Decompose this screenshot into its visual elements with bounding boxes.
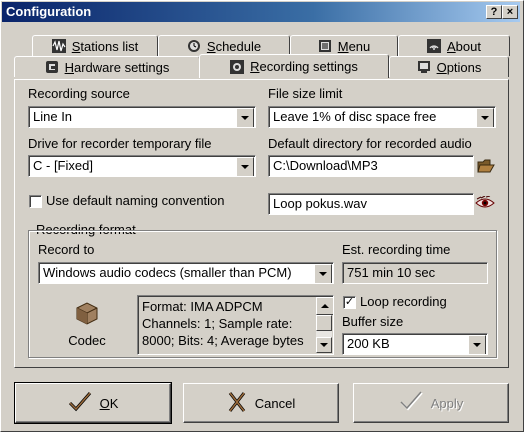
tab-about[interactable]: About (398, 35, 510, 56)
apply-button[interactable]: Apply (353, 383, 509, 423)
codec-info-line: 8000; Bits: 4; Average bytes (142, 333, 304, 348)
naming-label: Use default naming convention (46, 193, 225, 208)
chevron-down-icon[interactable] (236, 108, 254, 127)
chevron-down-icon[interactable] (476, 108, 494, 127)
cancel-button[interactable]: Cancel (183, 383, 339, 423)
eye-icon[interactable] (475, 195, 495, 213)
menu-icon (318, 39, 332, 53)
drive-select[interactable]: C - [Fixed] (28, 155, 256, 177)
close-button[interactable]: × (502, 5, 518, 19)
est-time-field: 751 min 10 sec (342, 262, 488, 284)
scroll-down-icon[interactable] (316, 337, 332, 353)
scroll-thumb[interactable] (316, 315, 332, 331)
record-icon (230, 59, 245, 74)
recording-source-select[interactable]: Line In (28, 106, 256, 128)
record-to-label: Record to (38, 242, 95, 257)
record-to-value: Windows audio codecs (smaller than PCM) (43, 265, 292, 280)
recording-source-value: Line In (33, 109, 73, 124)
tab-stations-list[interactable]: Stations list (32, 35, 158, 56)
loop-recording-checkbox[interactable]: ✓ (343, 296, 356, 309)
check-icon (68, 391, 92, 416)
codec-info-line: Channels: 1; Sample rate: (142, 316, 293, 331)
drive-label: Drive for recorder temporary file (28, 136, 212, 151)
codec-info-memo[interactable]: Format: IMA ADPCM Channels: 1; Sample ra… (137, 295, 334, 355)
waveform-icon (51, 39, 66, 53)
tab-recording-settings[interactable]: Recording settings (199, 54, 389, 78)
default-directory-value: C:\Download\MP3 (273, 158, 378, 173)
cancel-x-icon (227, 391, 247, 416)
clock-icon (187, 39, 201, 53)
codec-box-icon (74, 300, 100, 329)
file-size-limit-select[interactable]: Leave 1% of disc space free (268, 106, 496, 128)
file-size-limit-label: File size limit (268, 86, 343, 101)
hardware-icon (45, 60, 59, 74)
codec-info-line: Format: IMA ADPCM (142, 299, 263, 314)
buffer-size-value: 200 KB (347, 336, 390, 351)
filename-input[interactable]: Loop pokus.wav (268, 193, 474, 215)
chevron-down-icon[interactable] (236, 157, 254, 176)
help-button[interactable]: ? (486, 5, 502, 19)
filename-value: Loop pokus.wav (273, 196, 367, 211)
tab-options[interactable]: Options (389, 56, 509, 77)
apply-label: Apply (430, 395, 464, 411)
record-to-select[interactable]: Windows audio codecs (smaller than PCM) (38, 262, 334, 284)
codec-label: Codec (68, 333, 106, 348)
chevron-down-icon[interactable] (314, 264, 332, 283)
options-icon (417, 60, 431, 74)
codec-button[interactable]: Codec (52, 296, 122, 352)
buffer-size-select[interactable]: 200 KB (342, 333, 488, 355)
default-directory-input[interactable]: C:\Download\MP3 (268, 155, 474, 177)
check-icon (399, 391, 423, 416)
folder-icon[interactable] (477, 158, 495, 177)
broadcast-icon (427, 39, 441, 53)
ok-button[interactable]: OK (14, 382, 172, 424)
window-title: Configuration (6, 4, 92, 19)
scroll-up-icon[interactable] (316, 297, 333, 315)
buffer-size-label: Buffer size (342, 314, 404, 329)
title-bar[interactable]: Configuration ? × (2, 2, 520, 22)
est-time-value: 751 min 10 sec (347, 265, 436, 280)
chevron-down-icon[interactable] (468, 335, 486, 354)
recording-source-label: Recording source (28, 86, 130, 101)
codec-info-scrollbar[interactable] (316, 297, 333, 353)
cancel-label: Cancel (254, 395, 296, 411)
est-time-label: Est. recording time (342, 242, 451, 257)
loop-recording-label: Loop recording (360, 294, 447, 309)
tab-schedule[interactable]: Schedule (158, 35, 290, 56)
drive-value: C - [Fixed] (33, 158, 93, 173)
file-size-limit-value: Leave 1% of disc space free (273, 109, 437, 124)
tab-menu[interactable]: Menu (290, 35, 398, 56)
tab-hardware-settings[interactable]: Hardware settings (14, 56, 200, 77)
default-directory-label: Default directory for recorded audio (268, 136, 472, 151)
naming-checkbox[interactable] (29, 195, 42, 208)
